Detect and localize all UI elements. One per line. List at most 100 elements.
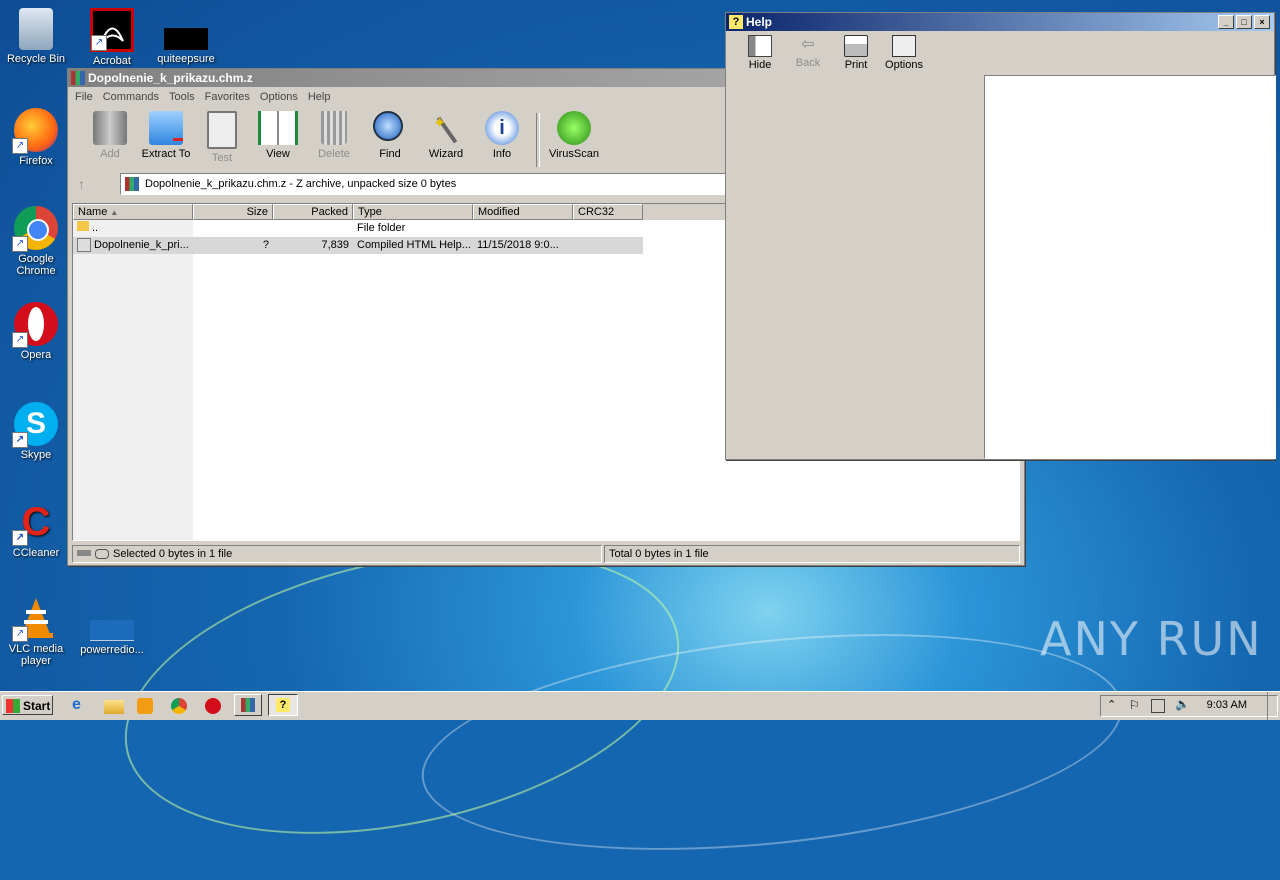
view-button[interactable]: View <box>250 111 306 160</box>
maximize-button[interactable]: □ <box>1236 15 1252 29</box>
winrar-archive-icon <box>125 177 139 191</box>
clock[interactable]: 9:03 AM <box>1207 699 1247 711</box>
desktop-icon-acrobat[interactable]: ↗ Acrobat <box>76 8 148 67</box>
file-thumbnail-icon <box>90 620 134 641</box>
show-hidden-icons-button[interactable]: ⌃ <box>1107 698 1116 711</box>
help-window[interactable]: ? Help _ □ × Hide ⇦ Back Print Options <box>725 12 1276 460</box>
chrome-icon: ↗ <box>12 206 58 252</box>
wand-icon: ✦ <box>429 111 463 145</box>
help-content-pane[interactable] <box>984 75 1276 459</box>
chm-help-file-icon <box>77 238 91 253</box>
folder-icon <box>77 221 89 231</box>
firefox-icon: ↗ <box>12 108 58 154</box>
media-player-icon[interactable] <box>137 698 153 714</box>
network-icon[interactable] <box>1151 699 1165 713</box>
volume-icon[interactable]: 🔈 <box>1175 697 1190 711</box>
column-name[interactable]: Name ▲ <box>73 204 193 220</box>
status-bar: Selected 0 bytes in 1 file Total 0 bytes… <box>72 545 1020 563</box>
internet-explorer-icon[interactable]: e <box>72 696 92 716</box>
menu-tools[interactable]: Tools <box>166 91 202 103</box>
options-icon <box>892 35 916 57</box>
desktop-icon-chrome[interactable]: ↗ Google Chrome <box>0 206 72 277</box>
column-packed[interactable]: Packed <box>273 204 353 220</box>
chrome-taskbar-icon[interactable] <box>171 698 187 714</box>
close-button[interactable]: × <box>1254 15 1270 29</box>
menu-help[interactable]: Help <box>305 91 338 103</box>
test-button[interactable]: Test <box>194 111 250 164</box>
menu-favorites[interactable]: Favorites <box>202 91 257 103</box>
add-button[interactable]: Add <box>82 111 138 160</box>
desktop-icon-label: Google Chrome <box>16 253 56 277</box>
column-type[interactable]: Type <box>353 204 473 220</box>
recycle-bin-icon <box>19 8 53 50</box>
acrobat-icon: ↗ <box>90 8 134 52</box>
desktop-icon-vlc[interactable]: ↗ VLC media player <box>0 596 72 667</box>
help-question-icon: ? <box>729 15 743 29</box>
add-archive-icon <box>93 111 127 145</box>
test-clipboard-icon <box>207 111 237 149</box>
up-arrow-icon: ↑ <box>78 176 85 192</box>
desktop-icon-firefox[interactable]: ↗ Firefox <box>0 108 72 167</box>
minimize-button[interactable]: _ <box>1218 15 1234 29</box>
desktop-icon-powerredio[interactable]: powerredio... <box>76 620 148 656</box>
file-thumbnail-icon <box>164 28 208 50</box>
winrar-taskbar-button[interactable] <box>234 694 262 716</box>
help-question-icon: ? <box>276 698 290 712</box>
desktop-icon-ccleaner[interactable]: C ↗ CCleaner <box>0 500 72 559</box>
explorer-folder-icon[interactable] <box>104 700 124 714</box>
extract-to-button[interactable]: Extract To <box>138 111 194 160</box>
column-size[interactable]: Size <box>193 204 273 220</box>
taskbar: Start e ? ⌃ ⚐ 🔈 9:03 AM <box>0 691 1280 720</box>
virus-bug-icon <box>557 111 591 145</box>
key-icon <box>95 549 109 559</box>
archive-path-text: Dopolnenie_k_prikazu.chm.z - Z archive, … <box>145 178 457 190</box>
find-button[interactable]: Find <box>362 111 418 160</box>
sort-ascending-icon: ▲ <box>110 208 119 217</box>
status-right: Total 0 bytes in 1 file <box>604 545 1020 563</box>
magnifier-icon <box>373 111 407 145</box>
desktop-icon-quiteepsure[interactable]: quiteepsure <box>150 28 222 65</box>
up-one-level-button[interactable]: ↑ <box>78 176 110 194</box>
name-column-highlight <box>73 220 193 540</box>
desktop-icon-skype[interactable]: S ↗ Skype <box>0 402 72 461</box>
desktop-icon-label: Opera <box>20 349 52 361</box>
winrar-app-icon <box>71 71 85 85</box>
wizard-button[interactable]: ✦ Wizard <box>418 111 474 160</box>
options-button[interactable]: Options <box>880 35 928 77</box>
menu-options[interactable]: Options <box>257 91 305 103</box>
desktop-icon-opera[interactable]: ↗ Opera <box>0 302 72 361</box>
action-center-flag-icon[interactable]: ⚐ <box>1129 698 1140 712</box>
info-icon: i <box>485 111 519 145</box>
ccleaner-icon: C ↗ <box>12 500 58 546</box>
table-row[interactable]: Dopolnenie_k_pri... ? 7,839 Compiled HTM… <box>73 237 643 254</box>
window-title: Help <box>746 15 773 29</box>
desktop-icon-label: Firefox <box>19 155 53 167</box>
menu-file[interactable]: File <box>72 91 100 103</box>
menu-commands[interactable]: Commands <box>100 91 166 103</box>
trash-icon <box>321 111 347 145</box>
start-button[interactable]: Start <box>2 695 53 715</box>
back-button[interactable]: ⇦ Back <box>784 35 832 77</box>
column-modified[interactable]: Modified <box>473 204 573 220</box>
opera-taskbar-icon[interactable] <box>205 698 221 714</box>
help-titlebar[interactable]: ? Help _ □ × <box>726 13 1274 31</box>
desktop-icon-label: Recycle Bin <box>6 53 66 65</box>
toolbar-separator <box>536 113 540 167</box>
view-book-icon <box>258 111 298 145</box>
desktop-icon-recycle-bin[interactable]: Recycle Bin <box>0 8 72 65</box>
windows-flag-icon <box>6 699 20 713</box>
column-crc32[interactable]: CRC32 <box>573 204 643 220</box>
skype-icon: S ↗ <box>12 402 58 448</box>
desktop-icon-label: Skype <box>20 449 52 461</box>
desktop-icon-label: CCleaner <box>12 547 60 559</box>
show-desktop-button[interactable] <box>1267 692 1280 720</box>
info-button[interactable]: i Info <box>474 111 530 160</box>
back-arrow-icon: ⇦ <box>801 36 815 53</box>
virusscan-button[interactable]: VirusScan <box>546 111 602 160</box>
hide-button[interactable]: Hide <box>736 35 784 77</box>
print-button[interactable]: Print <box>832 35 880 77</box>
help-toolbar: Hide ⇦ Back Print Options <box>726 31 1274 77</box>
delete-button[interactable]: Delete <box>306 111 362 160</box>
extract-folder-icon <box>149 111 183 145</box>
help-taskbar-button[interactable]: ? <box>268 694 298 716</box>
